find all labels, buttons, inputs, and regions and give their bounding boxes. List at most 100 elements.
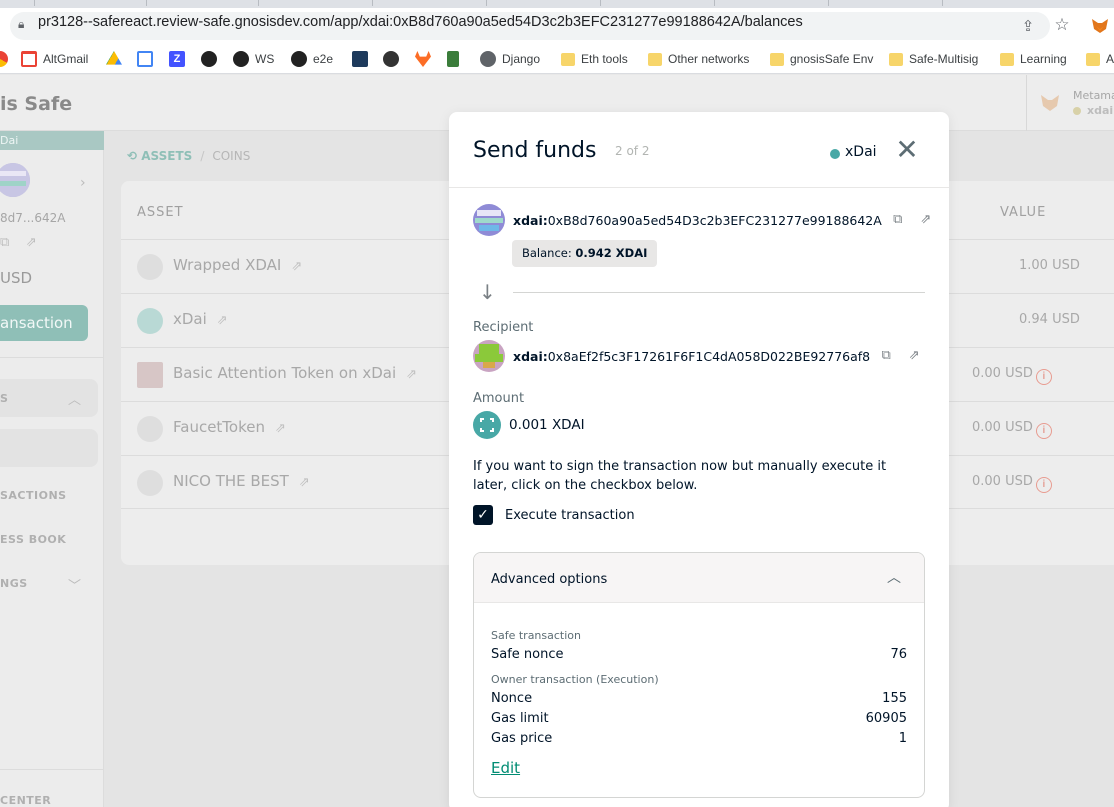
xdai-token-icon — [473, 411, 501, 439]
breadcrumb-separator: / — [200, 149, 205, 163]
bookmark-book[interactable] — [447, 50, 459, 68]
external-link-icon[interactable]: ⇗ — [906, 348, 922, 364]
assets-icon: ⟲ — [127, 149, 138, 163]
modal-title: Send funds — [473, 138, 597, 163]
chevron-up-icon: ︿ — [68, 393, 82, 408]
arrow-down-icon: ↓ — [479, 280, 496, 304]
sidebar-divider — [0, 769, 104, 770]
sidebar-item-coins[interactable] — [0, 429, 98, 467]
token-icon — [137, 308, 163, 334]
gmail-icon — [21, 51, 37, 67]
bookmark-chrome[interactable] — [0, 50, 8, 68]
bookmark-calendar[interactable] — [137, 50, 153, 68]
browser-address-bar: 🔒︎ pr3128--safereact.review-safe.gnosisd… — [0, 8, 1114, 44]
bookmark-gitlab[interactable] — [415, 50, 431, 68]
sidebar-item-settings[interactable]: NGS — [0, 577, 28, 590]
copy-icon[interactable]: ⧉ — [890, 212, 906, 228]
external-link-icon[interactable]: ⇗ — [275, 421, 286, 436]
sidebar-item-label: S — [0, 392, 8, 405]
bookmark-folder-eth-tools[interactable]: Eth tools — [561, 50, 628, 68]
gas-limit-label: Gas limit — [491, 711, 549, 726]
info-icon[interactable]: i — [1035, 369, 1052, 385]
sidebar-item-address-book[interactable]: ESS BOOK — [0, 533, 66, 546]
execute-transaction-checkbox[interactable]: ✓ — [473, 505, 493, 525]
bookmark-app[interactable] — [352, 50, 368, 68]
nonce-value: 155 — [882, 691, 907, 706]
bookmark-folder-learning[interactable]: Learning — [1000, 50, 1067, 68]
bookmark-folder-other-networks[interactable]: Other networks — [648, 50, 749, 68]
metamask-extension-icon[interactable] — [1090, 16, 1110, 36]
bookmark-altgmail[interactable]: AltGmail — [21, 50, 88, 68]
token-value: 0.00 USD i — [972, 420, 1052, 439]
chevron-right-icon[interactable]: › — [80, 175, 86, 191]
lock-icon[interactable]: 🔒︎ — [18, 16, 34, 32]
info-icon[interactable]: i — [1035, 477, 1052, 493]
amount-row: 0.001 XDAI — [473, 411, 585, 439]
advanced-options-toggle[interactable]: Advanced options ︿ — [474, 553, 924, 603]
token-icon — [137, 416, 163, 442]
bookmark-github[interactable] — [201, 50, 217, 68]
bookmark-ws[interactable]: WS — [233, 50, 274, 68]
sidebar-item-help-center[interactable]: CENTER — [0, 794, 51, 807]
sidebar-item-transactions[interactable]: SACTIONS — [0, 489, 67, 502]
token-icon — [137, 470, 163, 496]
divider — [513, 292, 925, 293]
close-icon[interactable]: ✕ — [893, 136, 921, 164]
safe-nonce-label: Safe nonce — [491, 647, 564, 662]
token-value: 1.00 USD — [1019, 258, 1080, 273]
column-header-asset[interactable]: ASSET — [137, 205, 184, 220]
safe-avatar[interactable] — [0, 163, 30, 197]
gitlab-icon — [415, 51, 431, 67]
gas-limit-row: Gas limit 60905 — [491, 711, 907, 726]
share-icon[interactable]: ⇪ — [1019, 17, 1037, 35]
token-icon — [137, 254, 163, 280]
bookmark-e2e[interactable]: e2e — [291, 50, 333, 68]
execute-transaction-label[interactable]: Execute transaction — [505, 508, 635, 523]
copy-icon[interactable]: ⧉ — [878, 348, 894, 364]
external-link-icon[interactable]: ⇗ — [406, 367, 417, 382]
bookmark-link[interactable] — [383, 50, 399, 68]
external-link-icon[interactable]: ⇗ — [26, 235, 37, 250]
breadcrumb: ⟲ ASSETS / COINS — [127, 149, 250, 163]
column-header-value[interactable]: VALUE — [1000, 205, 1046, 220]
github-icon — [201, 51, 217, 67]
app-icon — [352, 51, 368, 67]
edit-advanced-link[interactable]: Edit — [491, 759, 520, 777]
wallet-network-label: xdai: — [1087, 104, 1114, 117]
bookmark-django[interactable]: Django — [480, 50, 540, 68]
folder-icon — [889, 52, 903, 66]
safe-nonce-row: Safe nonce 76 — [491, 647, 907, 662]
execute-transaction-checkbox-row[interactable]: ✓ Execute transaction — [473, 505, 635, 525]
info-icon[interactable]: i — [1035, 423, 1052, 439]
bookmark-folder-safe-multisig[interactable]: Safe-Multisig — [889, 50, 978, 68]
new-transaction-button[interactable]: ansaction — [0, 305, 88, 341]
folder-icon — [648, 52, 662, 66]
copy-icon[interactable]: ⧉ — [0, 235, 9, 250]
token-name: Wrapped XDAI ⇗ — [173, 256, 303, 274]
token-icon — [137, 362, 163, 388]
breadcrumb-coins[interactable]: COINS — [212, 149, 250, 163]
url-text[interactable]: pr3128--safereact.review-safe.gnosisdev.… — [38, 13, 803, 31]
external-link-icon[interactable]: ⇗ — [918, 212, 934, 228]
metamask-icon — [1041, 95, 1059, 111]
amount-value: 0.001 XDAI — [509, 417, 585, 433]
wallet-status[interactable]: Metama xdai: — [1026, 75, 1114, 131]
bookmark-folder-a[interactable]: A — [1086, 50, 1114, 68]
github-icon — [233, 51, 249, 67]
bookmark-star-icon[interactable]: ☆ — [1052, 15, 1072, 35]
breadcrumb-assets[interactable]: ⟲ ASSETS — [127, 149, 192, 163]
external-link-icon[interactable]: ⇗ — [291, 259, 302, 274]
bookmark-drive[interactable] — [106, 50, 122, 68]
bookmark-folder-gnosissafe-env[interactable]: gnosisSafe Env — [770, 50, 873, 68]
gas-price-row: Gas price 1 — [491, 731, 907, 746]
bookmark-z[interactable]: Z — [169, 50, 185, 68]
balance-badge: Balance: 0.942 XDAI — [512, 240, 658, 267]
sidebar-item-assets[interactable]: S ︿ — [0, 379, 98, 417]
brand-logo-text[interactable]: is Safe — [0, 93, 72, 115]
nonce-label: Nonce — [491, 691, 533, 706]
external-link-icon[interactable]: ⇗ — [299, 475, 310, 490]
chevron-up-icon[interactable]: ︿ — [887, 567, 901, 587]
external-link-icon[interactable]: ⇗ — [217, 313, 228, 328]
calendar-icon — [137, 51, 153, 67]
token-name: NICO THE BEST ⇗ — [173, 472, 310, 490]
